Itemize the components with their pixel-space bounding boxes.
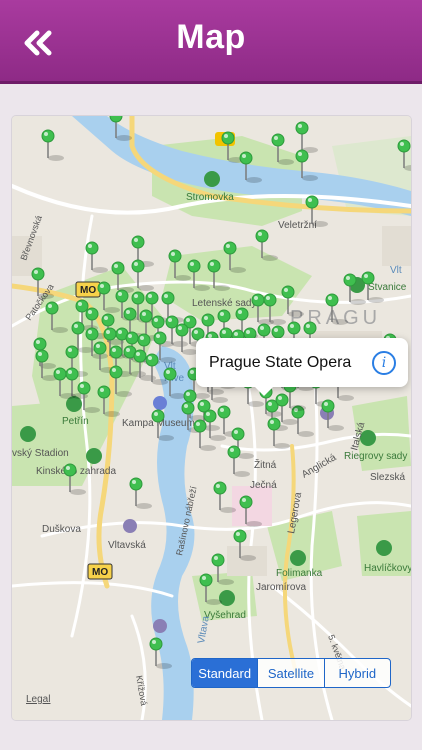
label-zitna: Žitná — [254, 458, 277, 471]
label-jecna: Ječná — [250, 480, 277, 491]
legal-link[interactable]: Legal — [26, 694, 50, 705]
label-vltavska: Vltavská — [108, 540, 146, 551]
label-duskova: Duškova — [42, 524, 81, 535]
map-type-standard[interactable]: Standard — [192, 659, 259, 687]
map-type-selector[interactable]: Standard Satellite Hybrid — [191, 658, 391, 688]
label-petrin: Petřín — [62, 416, 89, 427]
svg-text:MO: MO — [92, 567, 108, 578]
svg-text:MO: MO — [80, 285, 96, 296]
map-view[interactable]: Stromovka Veletržní Štvanice Vlt PRAGU L… — [12, 116, 411, 720]
label-havlickovy: Havlíčkovy sa — [364, 563, 411, 574]
info-icon[interactable]: i — [372, 350, 396, 375]
label-letna: Letenské sady — [192, 298, 257, 309]
map-type-satellite[interactable]: Satellite — [258, 659, 325, 687]
label-riegrovy: Riegrovy sady — [344, 451, 407, 462]
pin-callout[interactable]: Prague State Opera i — [196, 338, 408, 396]
label-stvanice: Štvanice — [368, 280, 407, 293]
page-title: Map — [176, 18, 246, 56]
map-type-hybrid[interactable]: Hybrid — [325, 659, 390, 687]
nav-header: Map — [0, 0, 422, 84]
metro-badge-2: MO — [87, 563, 113, 580]
map-canvas[interactable]: Stromovka Veletržní Štvanice Vlt PRAGU L… — [12, 116, 411, 720]
label-folimanka: Folimanka — [276, 568, 323, 579]
label-stromovka: Stromovka — [186, 192, 234, 203]
metro-badge-1: MO — [75, 281, 101, 298]
label-slezska: Slezská — [370, 472, 405, 483]
label-praha: PRAGU — [290, 307, 381, 329]
label-stadion: vský Stadion — [12, 448, 69, 459]
label-jaromirova: Jaromírova — [256, 582, 306, 593]
callout-title: Prague State Opera — [209, 353, 352, 371]
label-vlt: Vlt — [390, 265, 402, 276]
